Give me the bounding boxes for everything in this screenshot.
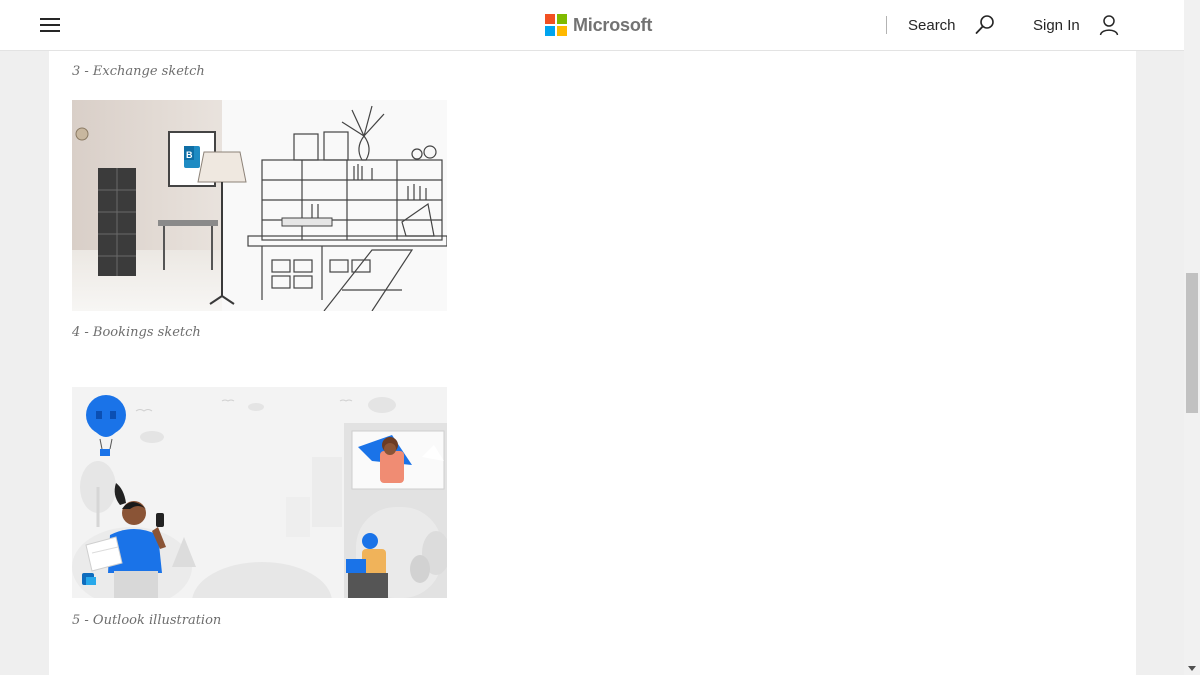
brand-name: Microsoft [573,14,653,35]
site-header: Microsoft Search Sign In [0,0,1184,51]
search-button[interactable]: Search [908,13,996,37]
sign-in-button[interactable]: Sign In [1033,13,1120,37]
vertical-scrollbar[interactable] [1184,0,1200,675]
sign-in-label: Sign In [1033,16,1080,34]
outlook-illustration-image [72,387,447,598]
search-icon [975,15,994,34]
bookings-sketch-image: B [72,100,447,311]
svg-text:B: B [186,150,193,160]
microsoft-logo-link[interactable]: Microsoft [545,14,652,36]
search-label: Search [908,16,956,34]
scrollbar-thumb[interactable] [1186,273,1198,413]
user-icon [1099,15,1118,36]
image-caption-bookings: 4 - Bookings sketch [72,325,201,340]
hamburger-menu-icon[interactable] [40,17,60,33]
header-divider [886,16,887,34]
image-caption-outlook: 5 - Outlook illustration [72,613,222,628]
image-caption-exchange: 3 - Exchange sketch [72,64,205,79]
microsoft-logo-icon [545,14,567,36]
scroll-down-arrow-icon[interactable] [1188,666,1196,671]
